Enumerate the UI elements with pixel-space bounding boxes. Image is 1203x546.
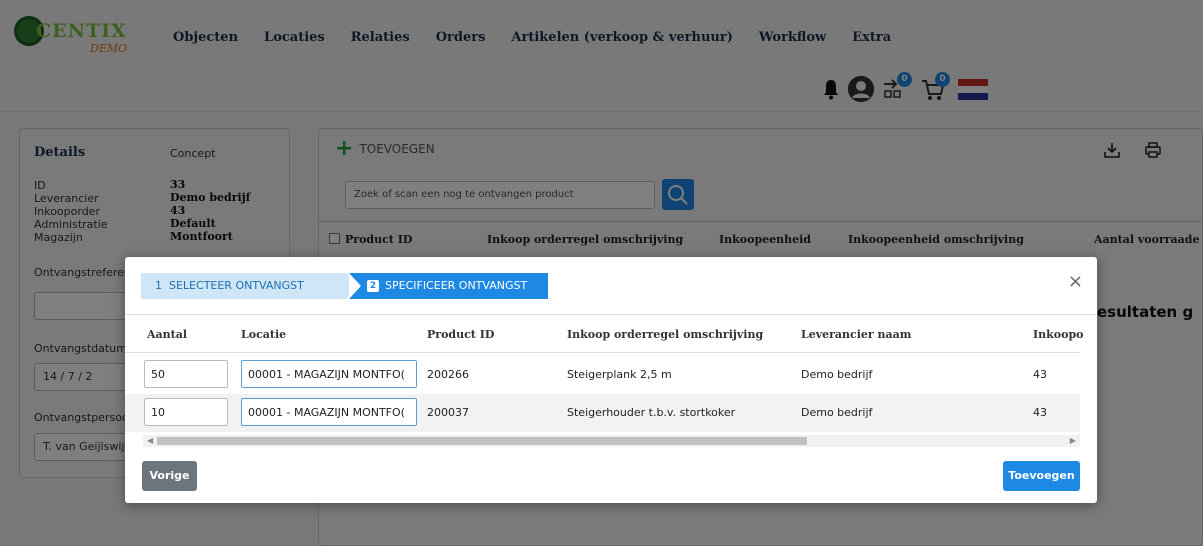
table-row: 50 00001 - MAGAZIJN MONTFO( 200266 Steig… [125,356,1080,394]
locatie-input[interactable]: 00001 - MAGAZIJN MONTFO( [241,398,417,426]
column-product-id[interactable]: Product ID [427,328,494,341]
column-omschrijving[interactable]: Inkoop orderregel omschrijving [567,328,763,341]
close-icon[interactable]: × [1068,271,1083,292]
column-inkooporder[interactable]: Inkoopo [1033,328,1083,341]
omschrijving-cell: Steigerplank 2,5 m [567,368,672,381]
receipt-wizard-modal: 1 SELECTEER ONTVANGST 2 SPECIFICEER ONTVA… [125,257,1097,503]
locatie-input[interactable]: 00001 - MAGAZIJN MONTFO( [241,360,417,388]
step-specify-receipt[interactable]: 2 SPECIFICEER ONTVANGST [349,273,548,299]
scroll-thumb[interactable] [157,437,807,445]
add-receipt-button[interactable]: Toevoegen [1003,461,1080,491]
table-row: 10 00001 - MAGAZIJN MONTFO( 200037 Steig… [125,394,1080,432]
step-select-receipt[interactable]: 1 SELECTEER ONTVANGST [141,273,346,299]
inkooporder-cell: 43 [1033,368,1047,381]
aantal-input[interactable]: 10 [144,398,228,426]
product-id-cell: 200266 [427,368,469,381]
scroll-right-icon[interactable]: ▶ [1070,435,1076,447]
column-locatie[interactable]: Locatie [241,328,286,341]
previous-button[interactable]: Vorige [142,461,197,491]
omschrijving-cell: Steigerhouder t.b.v. stortkoker [567,406,736,419]
divider [125,314,1097,315]
column-leverancier[interactable]: Leverancier naam [801,328,911,341]
scroll-left-icon[interactable]: ◀ [147,435,153,447]
horizontal-scrollbar[interactable]: ◀ ▶ [143,435,1080,447]
inkooporder-cell: 43 [1033,406,1047,419]
app: CENTIX DEMO Objecten Locaties Relaties O… [0,0,1203,546]
product-id-cell: 200037 [427,406,469,419]
column-aantal[interactable]: Aantal [147,328,187,341]
divider [125,352,1080,353]
leverancier-cell: Demo bedrijf [801,368,873,381]
step-notch [349,273,361,299]
leverancier-cell: Demo bedrijf [801,406,873,419]
aantal-input[interactable]: 50 [144,360,228,388]
